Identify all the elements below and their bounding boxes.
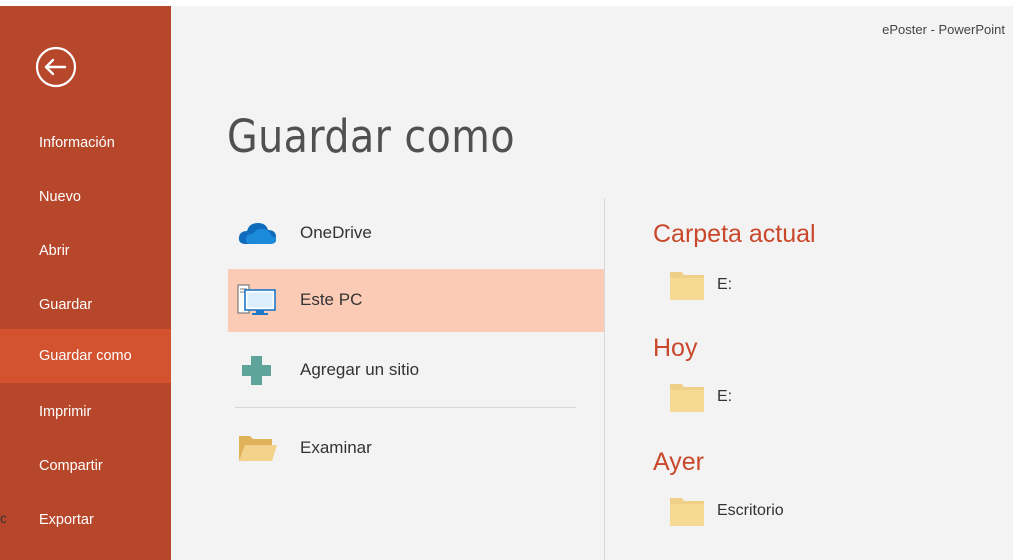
location-label: Examinar [300,438,372,457]
folder-item[interactable]: Escritorio [668,494,968,534]
folder-name: E: [717,388,733,405]
page-title: Guardar como [227,110,515,163]
folder-name: E: [717,276,733,293]
folder-icon [670,498,704,526]
nav-item-nuevo[interactable]: Nuevo [0,170,171,224]
plus-icon [242,356,271,385]
nav-item-imprimir[interactable]: Imprimir [0,385,171,439]
section-heading-hoy: Hoy [653,334,698,362]
open-folder-icon [239,436,277,461]
location-label: OneDrive [300,223,372,242]
backstage-view: Información Nuevo Abrir Guardar Guardar … [0,0,1013,560]
nav-item-informacion[interactable]: Información [0,116,171,170]
back-arrow-circle-icon [35,46,77,88]
nav-item-abrir[interactable]: Abrir [0,224,171,278]
nav-item-guardar-como[interactable]: Guardar como [0,329,171,383]
folder-item[interactable]: E: [668,380,968,420]
onedrive-cloud-icon [238,223,277,244]
section-heading-carpeta-actual: Carpeta actual [653,220,816,248]
backstage-nav-rail: Información Nuevo Abrir Guardar Guardar … [0,6,171,560]
location-label: Agregar un sitio [300,360,420,379]
divider [604,198,605,560]
folder-icon [670,384,704,412]
nav-item-guardar[interactable]: Guardar [0,278,171,332]
folder-item[interactable]: E: [668,268,968,308]
divider [235,407,576,408]
folder-icon [670,272,704,300]
location-examinar[interactable]: Examinar [228,417,604,480]
location-este-pc[interactable]: Este PC [228,269,604,332]
location-agregar-sitio[interactable]: Agregar un sitio [228,339,604,402]
save-as-panel: ePoster - PowerPoint Guardar como OneDri… [171,6,1013,560]
section-heading-ayer: Ayer [653,448,704,476]
folder-name: Escritorio [717,502,784,519]
nav-item-exportar[interactable]: Exportar [0,493,171,547]
computer-icon [237,284,276,315]
nav-item-compartir[interactable]: Compartir [0,439,171,493]
window-title: ePoster - PowerPoint [882,22,1005,37]
back-button[interactable] [34,45,78,89]
location-onedrive[interactable]: OneDrive [228,202,604,265]
location-label: Este PC [300,290,363,309]
stray-character: c [0,510,6,526]
